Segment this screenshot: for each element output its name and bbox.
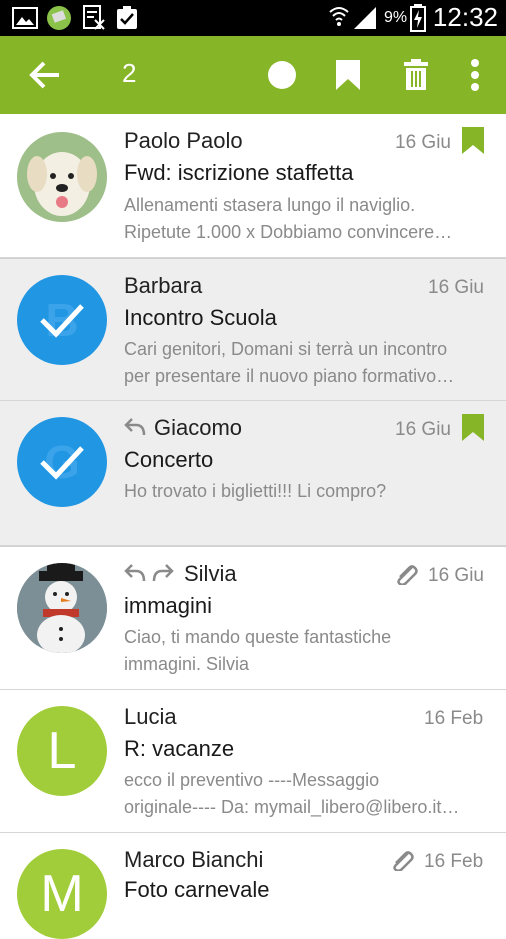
sender-name: Silvia [184,561,237,586]
bookmark-flag-icon[interactable] [462,414,484,442]
message-row[interactable]: Silvia 16 Giu immagini Ciao, ti mando qu… [0,546,506,690]
reply-icon [124,418,146,436]
mark-read-button[interactable] [262,55,302,95]
avatar[interactable] [17,563,107,653]
avatar[interactable]: L [17,706,107,796]
more-vert-icon [471,59,479,91]
message-date: 16 Giu [428,277,484,298]
app-notification-icon [47,6,71,30]
message-preview: Ciao, ti mando queste fantastiche immagi… [124,627,392,674]
reply-icon [124,564,146,582]
message-date: 16 Feb [424,708,484,729]
checkmark-icon [40,446,84,480]
message-row-selected[interactable]: B Barbara 16 Giu Incontro Scuola Cari ge… [0,258,506,401]
avatar-selected[interactable]: G [17,417,107,507]
avatar[interactable] [17,132,107,222]
overflow-menu-button[interactable] [458,54,492,96]
sender-name: Lucia [124,704,177,729]
avatar[interactable]: M [17,849,107,939]
message-date: 16 Giu [395,132,451,153]
avatar-letter: M [40,865,84,923]
bookmark-button[interactable] [328,54,368,96]
message-preview: Cari genitori, Domani si terrà un incont… [124,339,455,386]
message-subject: Concerto [124,447,214,472]
delete-button[interactable] [396,54,436,96]
signal-icon [354,7,376,29]
avatar-selected[interactable]: B [17,275,107,365]
battery-charging-icon [410,4,426,32]
message-preview: Allenamenti stasera lungo il naviglio. R… [124,195,453,242]
selected-count: 2 [122,58,137,88]
checkmark-icon [40,304,84,338]
battery-percent: 9% [384,9,408,26]
message-subject: immagini [124,593,213,618]
message-row-selected[interactable]: G Giacomo 16 Giu Concerto Ho trovato i b… [0,401,506,546]
message-subject: Foto carnevale [124,877,270,902]
message-date: 16 Giu [428,565,484,586]
clipboard-check-icon [117,6,137,29]
sender-name: Paolo Paolo [124,128,243,153]
message-subject: R: vacanze [124,736,235,761]
forward-icon [152,564,174,582]
sender-name: Giacomo [154,415,243,440]
clock: 12:32 [432,2,498,32]
bookmark-flag-icon[interactable] [462,127,484,155]
status-bar: 9% 12:32 [0,0,506,36]
message-preview: Ho trovato i biglietti!!! Li compro? [124,481,387,501]
message-subject: Incontro Scuola [124,305,277,330]
message-date: 16 Feb [424,851,484,872]
message-subject: Fwd: iscrizione staffetta [124,160,354,185]
avatar-letter: L [47,722,77,780]
message-row[interactable]: L Lucia 16 Feb R: vacanze ecco il preven… [0,690,506,833]
sender-name: Marco Bianchi [124,847,264,872]
sender-name: Barbara [124,273,203,298]
snowman-photo-avatar [17,563,107,653]
message-row[interactable]: M Marco Bianchi 16 Feb Foto carnevale [0,833,506,939]
gallery-notification-icon [12,7,38,29]
message-date: 16 Giu [395,419,451,440]
bookmark-icon [336,60,360,90]
dog-photo-avatar [17,132,107,222]
attachment-icon [393,851,414,871]
back-arrow-icon [29,61,59,89]
message-preview: ecco il preventivo ----Messaggio origina… [124,770,460,817]
attachment-icon [397,565,418,585]
mark-read-circle-icon [268,61,296,89]
trash-icon [404,59,428,90]
wifi-icon [329,7,349,26]
document-notification-icon [83,5,105,30]
back-button[interactable] [20,54,70,96]
message-row[interactable]: Paolo Paolo 16 Giu Fwd: iscrizione staff… [0,114,506,258]
